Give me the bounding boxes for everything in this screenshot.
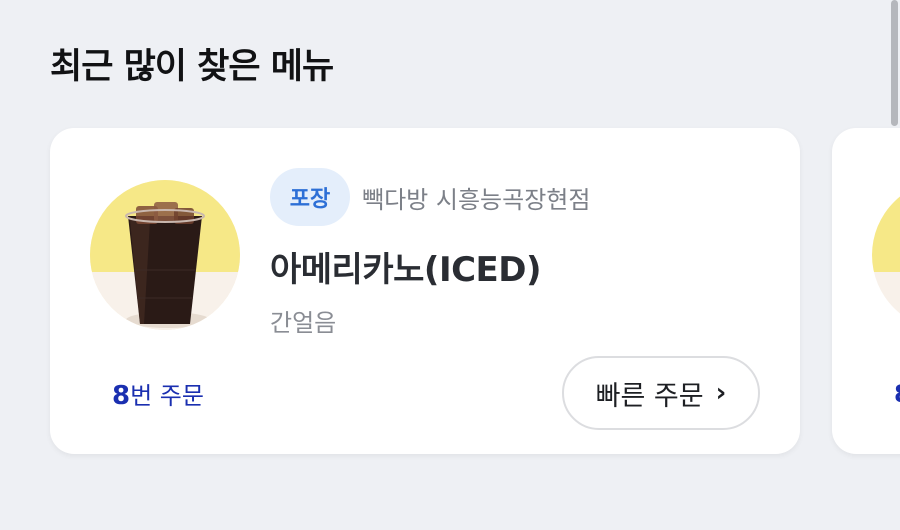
menu-info: 포장 빽다방 시흥능곡장현점 아메리카노(ICED) 간얼음 (270, 168, 770, 338)
iced-americano-icon (90, 180, 240, 330)
takeout-badge: 포장 (270, 168, 350, 226)
order-count: 8번 주문 (112, 376, 204, 411)
meta-row: 포장 빽다방 시흥능곡장현점 (270, 168, 770, 226)
menu-name: 아메리카노(ICED) (270, 250, 542, 290)
quick-order-button[interactable]: 빠른 주문 › (562, 356, 760, 430)
order-count-number: 8 (112, 381, 131, 411)
order-count-suffix: 번 주문 (130, 382, 204, 410)
drink-image-icon (872, 180, 900, 330)
vertical-scrollbar[interactable] (891, 0, 898, 126)
next-menu-image (872, 180, 900, 330)
next-order-count: 8 (894, 380, 900, 408)
page: 최근 많이 찾은 메뉴 포장 빽다방 시흥능곡장현점 아메리카노(ICED) 간… (0, 0, 900, 530)
chevron-right-icon: › (715, 378, 727, 408)
menu-option: 간얼음 (270, 309, 337, 337)
recent-menu-card-next[interactable]: 8 (832, 128, 900, 454)
quick-order-label: 빠른 주문 (595, 380, 704, 412)
store-name: 빽다방 시흥능곡장현점 (362, 185, 591, 214)
section-title: 최근 많이 찾은 메뉴 (50, 47, 334, 87)
recent-menu-card[interactable]: 포장 빽다방 시흥능곡장현점 아메리카노(ICED) 간얼음 8번 주문 빠른 … (50, 128, 800, 454)
iced-americano-image (90, 180, 240, 330)
